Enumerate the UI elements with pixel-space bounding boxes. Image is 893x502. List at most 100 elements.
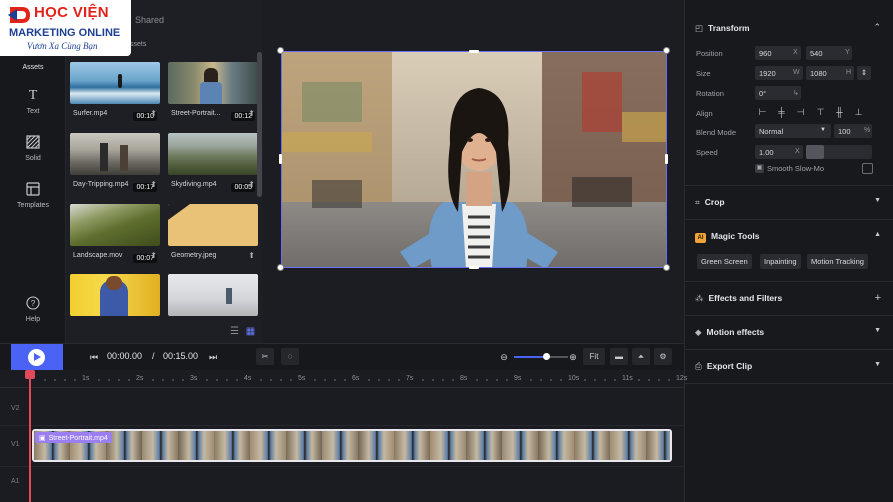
asset-card[interactable]	[70, 274, 160, 316]
resize-handle[interactable]	[469, 50, 479, 53]
rail-item-help[interactable]: ? Help	[0, 296, 66, 323]
fit-button[interactable]: Fit	[583, 348, 605, 365]
zoom-slider-thumb[interactable]	[543, 353, 551, 360]
smooth-slow-mo-checkbox[interactable]	[862, 163, 873, 174]
video-preview[interactable]	[281, 51, 667, 268]
resize-handle[interactable]	[665, 154, 668, 164]
zoom-slider[interactable]	[514, 353, 568, 360]
asset-name: Geometry.jpeg	[171, 252, 217, 259]
video-frame-image	[282, 52, 666, 267]
pin-icon[interactable]: ⬆	[150, 109, 157, 118]
export-clip-header[interactable]: ⎙ Export Clip	[695, 361, 752, 372]
align-center-v-icon[interactable]: ╫	[832, 105, 847, 120]
ruler-tick-dot	[44, 379, 46, 381]
zoom-in-icon[interactable]: ⊕	[567, 349, 579, 365]
align-center-h-icon[interactable]: ╪	[774, 105, 789, 120]
pin-icon[interactable]: ⬆	[248, 180, 255, 189]
chevron-down-icon[interactable]: ▼	[874, 361, 881, 368]
asset-card[interactable]: 00:10 Surfer.mp4 ⬆	[70, 62, 160, 124]
tab-assets[interactable]: ssets	[130, 41, 146, 48]
play-button[interactable]	[11, 344, 63, 371]
ruler-tick-dot	[648, 379, 650, 381]
logo-line-1: HỌC VIỆN	[34, 4, 109, 21]
playhead[interactable]	[29, 370, 31, 502]
magic-tools-header[interactable]: AI Magic Tools	[695, 231, 760, 243]
skip-end-icon[interactable]: ⏭	[207, 349, 219, 365]
inpainting-button[interactable]: Inpainting	[760, 254, 801, 269]
speed-slider[interactable]	[806, 145, 872, 159]
crop-header[interactable]: ⌗ Crop	[695, 197, 725, 208]
transform-header[interactable]: ◰ Transform	[695, 23, 750, 34]
list-view-icon[interactable]: ☰	[230, 326, 239, 337]
track-label-v1: V1	[11, 441, 20, 448]
motion-effects-header[interactable]: ◆ Motion effects	[695, 327, 764, 338]
video-clip[interactable]: ▣ Street-Portrait.mp4	[32, 429, 672, 462]
zoom-out-icon[interactable]: ⊖	[498, 349, 510, 365]
lock-ratio-icon[interactable]: ⇕	[857, 66, 871, 80]
rail-item-text[interactable]: T Text	[0, 88, 66, 115]
hide-icon[interactable]: ◌	[281, 348, 299, 365]
tab-shared[interactable]: Shared	[135, 15, 164, 25]
blend-mode-select[interactable]: Normal ▼	[755, 124, 831, 138]
resize-handle[interactable]	[469, 266, 479, 269]
ruler-tick-label: 8s	[460, 375, 468, 382]
asset-card[interactable]: Geometry.jpeg ⬆	[168, 204, 258, 266]
rail-item-templates[interactable]: Templates	[0, 182, 66, 209]
pin-icon[interactable]: ⬆	[150, 251, 157, 260]
pin-icon[interactable]: ⬆	[248, 251, 255, 260]
resize-handle[interactable]	[279, 154, 282, 164]
audio-icon[interactable]: ⏶	[632, 348, 650, 365]
rail-item-solid[interactable]: Solid	[0, 135, 66, 162]
asset-card[interactable]: 00:12 Street-Portrait... ⬆	[168, 62, 258, 124]
pin-icon[interactable]: ⬆	[150, 180, 157, 189]
ruler-tick-dot	[594, 379, 596, 381]
motion-tracking-button[interactable]: Motion Tracking	[807, 254, 868, 269]
caption-icon[interactable]: ▬	[610, 348, 628, 365]
asset-card[interactable]: 00:07 Landscape.mov ⬆	[70, 204, 160, 266]
add-effect-icon[interactable]: +	[875, 292, 881, 304]
settings-icon[interactable]: ⚙	[654, 348, 672, 365]
clip-label: ▣ Street-Portrait.mp4	[35, 432, 112, 443]
pin-icon[interactable]: ⬆	[248, 109, 255, 118]
grid-view-icon[interactable]: ▦	[246, 326, 255, 337]
resize-handle[interactable]	[663, 264, 670, 271]
align-right-icon[interactable]: ⊣	[793, 105, 808, 120]
chevron-down-icon[interactable]: ▼	[874, 197, 881, 204]
motion-effects-title: Motion effects	[706, 327, 765, 337]
transform-icon: ◰	[695, 23, 704, 33]
ruler-tick-dot	[368, 379, 370, 381]
asset-card[interactable]: 00:17 Day-Tripping.mp4 ⬆	[70, 133, 160, 195]
speed-slider-thumb[interactable]	[806, 145, 824, 159]
rail-item-label: Templates	[17, 202, 49, 209]
resize-handle[interactable]	[663, 47, 670, 54]
chevron-down-icon[interactable]: ▼	[874, 327, 881, 334]
ruler-tick-label: 7s	[406, 375, 414, 382]
clip-icon: ▣	[39, 434, 46, 442]
rail-item-assets[interactable]: Assets	[0, 64, 66, 71]
align-left-icon[interactable]: ⊢	[755, 105, 770, 120]
timeline[interactable]: 1s 2s 3s 4s 5s 6s 7s 8s 9s 10s 11s 12s V2 V1 A1 ▣ St…	[0, 370, 688, 502]
ruler-tick-label: 9s	[514, 375, 522, 382]
playhead-handle[interactable]	[25, 370, 35, 379]
ruler-tick-label: 2s	[136, 375, 144, 382]
resize-handle[interactable]	[277, 47, 284, 54]
asset-name: Day-Tripping.mp4	[73, 181, 129, 188]
skip-start-icon[interactable]: ⏮	[88, 349, 100, 365]
asset-card[interactable]	[168, 274, 258, 316]
ruler-tick-label: 12s	[676, 375, 688, 382]
split-icon[interactable]: ✂	[256, 348, 274, 365]
green-screen-button[interactable]: Green Screen	[697, 254, 752, 269]
assets-scrollbar[interactable]	[257, 52, 262, 197]
resize-handle[interactable]	[277, 264, 284, 271]
collapse-icon[interactable]: ⌃	[873, 22, 881, 33]
asset-card[interactable]: 00:05 Skydiving.mp4 ⬆	[168, 133, 258, 195]
collapse-icon[interactable]: ▲	[874, 231, 881, 238]
timeline-ruler[interactable]: 1s 2s 3s 4s 5s 6s 7s 8s 9s 10s 11s 12s	[0, 370, 688, 388]
track-label-a1: A1	[11, 478, 20, 485]
divider	[685, 349, 893, 350]
align-bottom-icon[interactable]: ⊥	[851, 105, 866, 120]
ruler-tick-label: 6s	[352, 375, 360, 382]
track-divider	[0, 425, 684, 426]
align-top-icon[interactable]: ⊤	[813, 105, 828, 120]
effects-header[interactable]: ⁂ Effects and Filters	[695, 293, 782, 304]
